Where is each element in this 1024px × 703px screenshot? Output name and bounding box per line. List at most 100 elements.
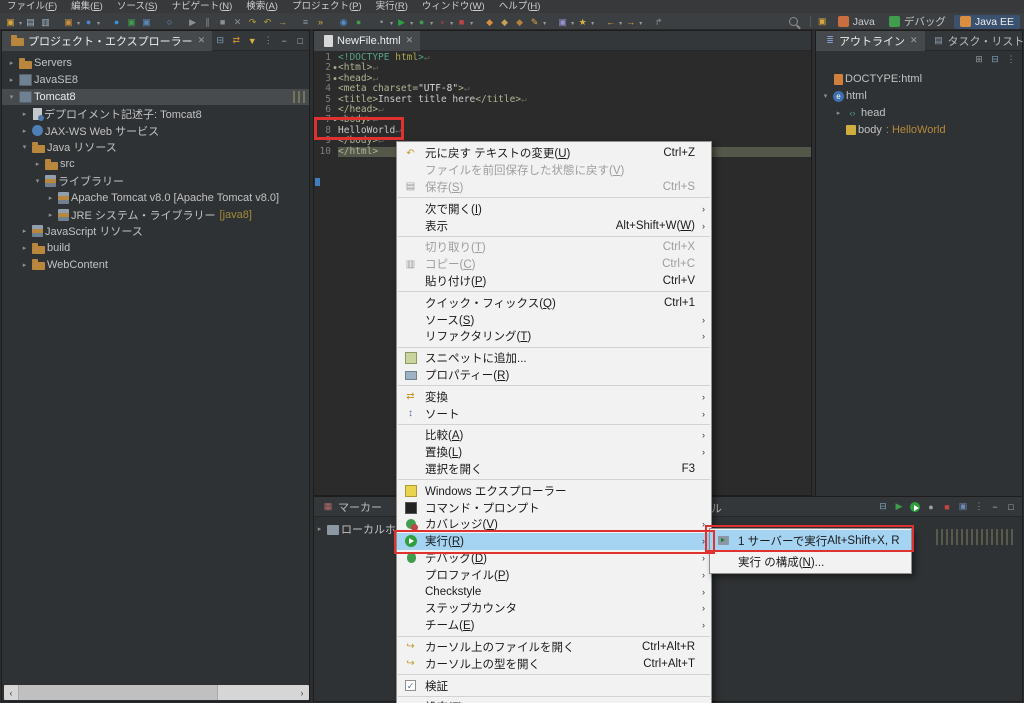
close-icon[interactable]: ✕ [910, 35, 918, 46]
project-tree-item[interactable]: ▾ライブラリー [2, 173, 309, 190]
twistie-icon[interactable]: ▸ [19, 127, 30, 135]
profile-server-icon[interactable]: ● [924, 502, 938, 512]
twistie-icon[interactable]: ▾ [32, 177, 43, 185]
run-submenu-item[interactable]: 1 サーバーで実行Alt+Shift+X, R [710, 530, 911, 551]
dropdown-caret-icon[interactable]: ▾ [390, 21, 393, 27]
twistie-icon[interactable]: ▸ [45, 211, 56, 219]
code-line[interactable]: 4<meta charset="UTF-8">↵ [314, 84, 811, 94]
outline-tree-item[interactable]: DOCTYPE:html [816, 71, 1022, 88]
minimize-icon[interactable]: − [277, 36, 291, 46]
new-wizard-icon[interactable]: ▣ [4, 16, 17, 29]
gear-icon[interactable]: ◉ [337, 16, 350, 29]
outline-tree-item[interactable]: body: HelloWorld [816, 121, 1022, 138]
tab-outline[interactable]: ≣ アウトライン ✕ [816, 31, 925, 51]
task-icon[interactable]: ★ [576, 16, 589, 29]
partial-tab-label[interactable]: ル [711, 500, 722, 516]
stop-server-icon[interactable]: ■ [940, 502, 954, 512]
save-icon[interactable]: ▤ [24, 16, 37, 29]
dropdown-caret-icon[interactable]: ▾ [470, 21, 473, 27]
context-menu-item[interactable]: ステップカウンタ› [397, 600, 711, 617]
twistie-icon[interactable]: ▸ [19, 227, 30, 235]
close-icon[interactable]: ✕ [406, 35, 414, 46]
outline-tree-item[interactable]: ▸‹›head [816, 105, 1022, 122]
start-server-icon[interactable] [908, 501, 922, 512]
code-line[interactable]: 8HelloWorld↵ [314, 126, 811, 136]
step-into-icon[interactable]: ↷ [246, 16, 259, 29]
project-tree-item[interactable]: ▾Tomcat8 [2, 89, 309, 106]
search-icon[interactable] [789, 17, 798, 26]
twistie-icon[interactable]: ▸ [45, 194, 56, 202]
twistie-icon[interactable]: ▸ [19, 244, 30, 252]
context-menu-item[interactable]: スニペットに追加... [397, 350, 711, 367]
web-browser-icon[interactable]: ● [110, 16, 123, 29]
context-menu-item[interactable]: ↶元に戻す テキストの変更(U)Ctrl+Z [397, 145, 711, 162]
context-menu-item[interactable]: 選択を開くF3 [397, 461, 711, 478]
context-menu-item[interactable]: 貼り付け(P)Ctrl+V [397, 273, 711, 290]
context-menu-item[interactable]: チーム(E)› [397, 617, 711, 634]
project-tree-item[interactable]: ▸build [2, 240, 309, 257]
scrollbar-thumb[interactable] [18, 685, 218, 700]
maximize-icon[interactable]: □ [1004, 502, 1018, 512]
twistie-icon[interactable]: ▸ [19, 110, 30, 118]
code-line[interactable]: 5<title>Insert title here</title>↵ [314, 95, 811, 105]
project-tree-item[interactable]: ▸JRE システム・ライブラリー[java8] [2, 206, 309, 223]
dropdown-caret-icon[interactable]: ▾ [571, 21, 574, 27]
suspend-icon[interactable]: ∥ [201, 16, 214, 29]
maximize-icon[interactable]: □ [293, 36, 307, 46]
outline-tree-item[interactable]: ▾ehtml [816, 88, 1022, 105]
context-menu-item[interactable]: リファクタリング(T)› [397, 328, 711, 345]
project-tree-item[interactable]: ▸Apache Tomcat v8.0 [Apache Tomcat v8.0] [2, 189, 309, 206]
project-tree-item[interactable]: ▸WebContent [2, 257, 309, 274]
collapse-all-icon[interactable]: ⊟ [988, 54, 1002, 65]
context-menu-item[interactable]: ↕ソート› [397, 405, 711, 422]
dropdown-caret-icon[interactable]: ▾ [430, 21, 433, 27]
context-menu-item[interactable]: クイック・フィックス(Q)Ctrl+1 [397, 294, 711, 311]
junit-icon[interactable]: ▣ [125, 16, 138, 29]
perspective-java[interactable]: Java [832, 15, 881, 29]
context-menu-item[interactable]: 置換(L)› [397, 444, 711, 461]
dropdown-caret-icon[interactable]: ▾ [639, 21, 642, 27]
project-tree-item[interactable]: ▸JAX-WS Web サービス [2, 122, 309, 139]
scroll-right-icon[interactable]: › [295, 688, 309, 698]
publish-icon[interactable]: ▣ [956, 501, 970, 512]
collapse-all-icon[interactable]: ⊟ [213, 35, 227, 46]
tab-newfile-html[interactable]: NewFile.html ✕ [314, 31, 420, 51]
forward-icon[interactable]: → [624, 16, 637, 29]
debug-icon[interactable]: ● [415, 16, 428, 29]
horizontal-scrollbar[interactable]: ‹ › [4, 685, 309, 700]
twistie-icon[interactable]: ▸ [314, 525, 325, 533]
run-submenu-item[interactable]: 実行 の構成(N)... [710, 551, 911, 572]
close-icon[interactable]: ✕ [198, 35, 206, 46]
context-menu-item[interactable]: カバレッジ(V)› [397, 516, 711, 533]
twistie-icon[interactable]: ▾ [6, 93, 17, 101]
resume-icon[interactable]: ▶ [186, 16, 199, 29]
context-menu-item[interactable]: プロパティー(R) [397, 367, 711, 384]
server-start-icon[interactable]: ● [352, 16, 365, 29]
project-tree-item[interactable]: ▸デプロイメント記述子: Tomcat8 [2, 105, 309, 122]
view-menu-icon[interactable]: ⋮ [261, 35, 275, 46]
new-web-wizard-icon[interactable]: ● [82, 16, 95, 29]
step-over-icon[interactable]: ↶ [261, 16, 274, 29]
collapse-all-icon[interactable]: ⊟ [876, 501, 890, 512]
twistie-icon[interactable]: ▸ [32, 160, 43, 168]
step-return-icon[interactable]: → [276, 16, 289, 29]
perspective-debug[interactable]: デバッグ [883, 13, 952, 30]
new-jsp-icon[interactable]: ◆ [498, 16, 511, 29]
context-menu-item[interactable]: ソース(S)› [397, 311, 711, 328]
twistie-icon[interactable]: ▾ [820, 92, 831, 100]
context-menu-item[interactable]: 実行(R)› [397, 533, 711, 550]
save-all-icon[interactable]: ▥ [39, 16, 52, 29]
focus-icon[interactable]: ⊞ [972, 54, 986, 65]
dropdown-caret-icon[interactable]: ▾ [410, 21, 413, 27]
dropdown-caret-icon[interactable]: ▾ [97, 21, 100, 27]
debug-server-icon[interactable]: ▶ [892, 501, 906, 512]
project-tree-item[interactable]: ▸Servers [2, 55, 309, 72]
dropdown-caret-icon[interactable]: ▾ [77, 21, 80, 27]
view-menu-icon[interactable]: ⋮ [1004, 54, 1018, 65]
twistie-icon[interactable]: ▸ [6, 76, 17, 84]
new-ee-icon[interactable]: ◆ [513, 16, 526, 29]
context-menu-item[interactable]: ↪カーソル上のファイルを開くCtrl+Alt+R [397, 639, 711, 656]
dropdown-caret-icon[interactable]: ▾ [19, 21, 22, 27]
scroll-left-icon[interactable]: ‹ [4, 688, 18, 698]
twistie-icon[interactable]: ▸ [6, 59, 17, 67]
